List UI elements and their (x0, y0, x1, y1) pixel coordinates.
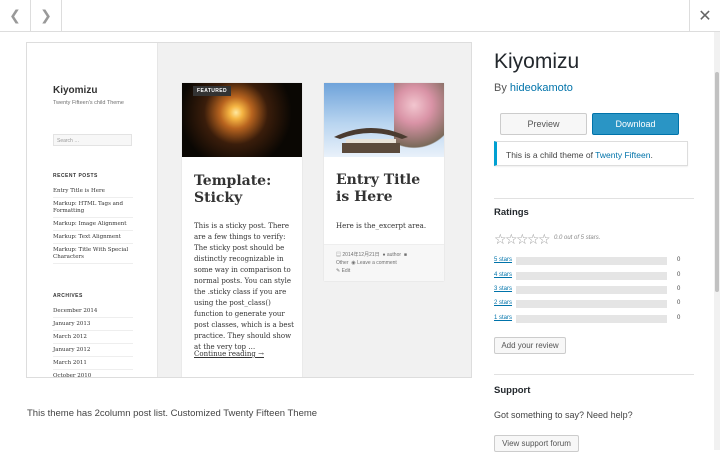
list-item: January 2013 (53, 318, 133, 331)
rating-bar (516, 286, 667, 294)
rating-bar (516, 300, 667, 308)
rating-row-3: 3 stars 0 (494, 285, 689, 295)
download-button[interactable]: Download (592, 113, 679, 135)
theme-description: This theme has 2column post list. Custom… (27, 408, 318, 419)
folder-icon: ■ (403, 252, 407, 258)
child-theme-notice: This is a child theme of Twenty Fifteen. (494, 141, 688, 166)
screenshot-post-body: This is a sticky post. There are a few t… (194, 222, 294, 351)
user-icon: ● (382, 252, 386, 258)
rating-filter-link[interactable]: 4 stars (494, 272, 512, 278)
list-item: Markup: Title With Special Characters (53, 244, 133, 264)
rating-filter-link[interactable]: 2 stars (494, 300, 512, 306)
rating-summary: 0.0 out of 5 stars. (554, 235, 601, 241)
list-item: January 2012 (53, 344, 133, 357)
fireworks-image: FEATURED (182, 83, 302, 157)
featured-badge: FEATURED (193, 86, 232, 96)
list-item: March 2011 (53, 357, 133, 370)
theme-name: Kiyomizu (494, 50, 580, 73)
screenshot-recent-list: Entry Title is Here Markup: HTML Tags an… (53, 185, 133, 264)
scrollbar[interactable] (714, 32, 720, 450)
list-item: Markup: HTML Tags and Formatting (53, 198, 133, 218)
rating-count: 0 (677, 272, 681, 278)
list-item: Markup: Text Alignment (53, 231, 133, 244)
preview-button[interactable]: Preview (500, 113, 587, 135)
screenshot-archives-list: December 2014 January 2013 March 2012 Ja… (53, 305, 133, 378)
rating-count: 0 (677, 315, 681, 321)
rating-count: 0 (677, 286, 681, 292)
ratings-heading: Ratings (494, 207, 529, 218)
rating-filter-link[interactable]: 3 stars (494, 286, 512, 292)
screenshot-post-meta: ▤ 2014年12月21日 ● author ■ Other ◉ Leave a… (324, 244, 444, 281)
rating-filter-link[interactable]: 1 stars (494, 315, 512, 321)
star-rating: ☆ ☆ ☆ ☆ ☆ (494, 231, 551, 247)
screenshot-post-sticky: FEATURED Template: Sticky This is a stic… (182, 83, 302, 377)
rating-bar (516, 272, 667, 280)
add-review-button[interactable]: Add your review (494, 337, 566, 354)
star-empty-icon: ☆ (494, 231, 507, 247)
theme-screenshot: Kiyomizu Twenty Fifteen's child Theme Se… (26, 42, 472, 378)
screenshot-post-excerpt: Here is the_excerpt area. (336, 222, 427, 230)
calendar-icon: ▤ (336, 252, 342, 258)
rating-filter-link[interactable]: 5 stars (494, 257, 512, 263)
rating-row-1: 1 stars 0 (494, 314, 689, 324)
screenshot-post-title: Template: Sticky (194, 173, 272, 206)
shrine-image (324, 83, 444, 157)
rating-row-4: 4 stars 0 (494, 271, 689, 281)
list-item: December 2014 (53, 305, 133, 318)
screenshot-search-field: Search … (53, 134, 132, 146)
close-icon: ✕ (698, 7, 712, 25)
list-item: Markup: Image Alignment (53, 218, 133, 231)
modal-header: ❮ ❯ ✕ (0, 0, 720, 32)
screenshot-archives-heading: ARCHIVES (53, 293, 83, 299)
star-empty-icon: ☆ (527, 231, 540, 247)
divider (494, 374, 694, 375)
screenshot-site-title: Kiyomizu (53, 85, 98, 96)
star-empty-icon: ☆ (538, 231, 551, 247)
support-heading: Support (494, 385, 531, 396)
screenshot-post-entry: Entry Title is Here Here is the_excerpt … (324, 83, 444, 281)
screenshot-continue-reading: Continue reading → (194, 350, 264, 358)
list-item: Entry Title is Here (53, 185, 133, 198)
rating-count: 0 (677, 257, 681, 263)
divider (494, 198, 694, 199)
comment-icon: ◉ (351, 260, 356, 266)
rating-count: 0 (677, 300, 681, 306)
screenshot-post-title: Entry Title is Here (336, 172, 421, 205)
shrine-roof-icon (334, 128, 408, 153)
star-empty-icon: ☆ (505, 231, 518, 247)
list-item: October 2010 (53, 370, 133, 378)
pencil-icon: ✎ (336, 268, 341, 274)
rating-row-2: 2 stars 0 (494, 299, 689, 309)
rating-bar (516, 315, 667, 323)
theme-author: By hideokamoto (494, 82, 573, 94)
support-forum-button[interactable]: View support forum (494, 435, 579, 452)
support-text: Got something to say? Need help? (494, 410, 633, 420)
close-button[interactable]: ✕ (689, 0, 720, 31)
list-item: March 2012 (53, 331, 133, 344)
rating-bar (516, 257, 667, 265)
parent-theme-link[interactable]: Twenty Fifteen (595, 150, 650, 160)
screenshot-recent-heading: RECENT POSTS (53, 173, 98, 179)
star-empty-icon: ☆ (516, 231, 529, 247)
author-link[interactable]: hideokamoto (510, 82, 573, 94)
previous-theme-button[interactable]: ❮ (0, 0, 31, 31)
chevron-right-icon: ❯ (40, 7, 52, 23)
chevron-left-icon: ❮ (9, 7, 21, 23)
screenshot-site-description: Twenty Fifteen's child Theme (53, 100, 124, 106)
next-theme-button[interactable]: ❯ (31, 0, 62, 31)
scrollbar-thumb[interactable] (715, 72, 719, 292)
screenshot-sidebar: Kiyomizu Twenty Fifteen's child Theme Se… (27, 43, 158, 378)
rating-row-5: 5 stars 0 (494, 256, 689, 266)
